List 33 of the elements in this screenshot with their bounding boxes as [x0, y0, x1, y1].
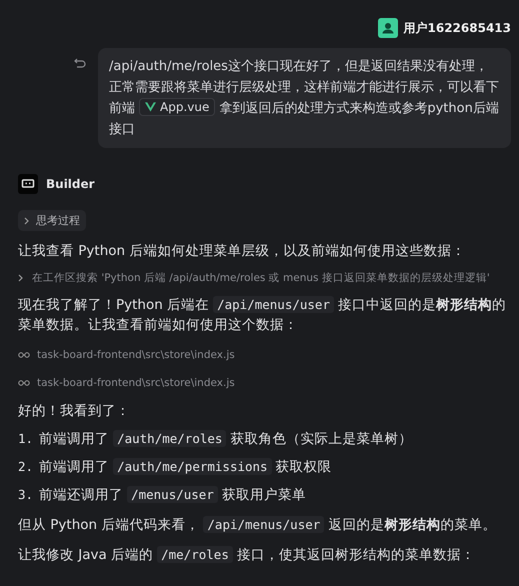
- list-number: 2.: [18, 458, 34, 476]
- thinking-toggle[interactable]: 思考过程: [18, 210, 86, 231]
- glasses-icon: [18, 352, 30, 358]
- undo-icon[interactable]: [74, 58, 86, 68]
- search-step[interactable]: 在工作区搜索 'Python 后端 /api/auth/me/roles 或 menus 接口返回菜单数据的层级处理逻辑': [32, 271, 490, 285]
- inline-code: /me/roles: [157, 546, 233, 563]
- inline-code: /api/menus/user: [203, 516, 324, 533]
- bot-name: Builder: [46, 177, 95, 191]
- list-item: 前端调用了 /auth/me/permissions 获取权限: [39, 457, 332, 477]
- message-paragraph: 但从 Python 后端代码来看， /api/menus/user 返回的是树形结构的菜单。: [18, 515, 498, 535]
- bot-icon: [18, 174, 38, 194]
- user-avatar: [378, 18, 398, 38]
- user-message: /api/auth/me/roles这个接口现在好了，但是返回结果没有处理，正常需要跟将菜单进行层级处理，这样前端才能进行展示，可以看下前端 App.vue 拿到返回后的处理方式来构造或参考python后端接口: [98, 48, 511, 148]
- vue-icon: [145, 102, 156, 112]
- message-paragraph: 好的！我看到了：: [18, 402, 131, 421]
- list-number: 1.: [18, 430, 34, 448]
- file-read-step[interactable]: task-board-frontend\src\store\index.js: [37, 377, 235, 389]
- message-paragraph: 让我修改 Java 后端的 /me/roles 接口，使其返回树形结构的菜单数据：: [18, 545, 476, 565]
- list-item: 前端还调用了 /menus/user 获取用户菜单: [39, 485, 306, 505]
- inline-code: /auth/me/permissions: [113, 458, 272, 475]
- glasses-icon: [18, 380, 30, 386]
- user-name: 用户1622685413: [404, 20, 511, 36]
- inline-code: /menus/user: [127, 486, 218, 503]
- inline-code: /auth/me/roles: [113, 430, 226, 447]
- file-read-step[interactable]: task-board-frontend\src\store\index.js: [37, 349, 235, 361]
- message-paragraph: 现在我了解了！Python 后端在 /api/menus/user 接口中返回的是树形结构的菜单数据。让我查看前端如何使用这个数据：: [18, 295, 507, 335]
- list-item: 前端调用了 /auth/me/roles 获取角色（实际上是菜单树）: [39, 429, 412, 449]
- inline-code: /api/menus/user: [213, 296, 334, 313]
- file-chip[interactable]: App.vue: [139, 98, 216, 116]
- list-number: 3.: [18, 486, 34, 504]
- message-paragraph: 让我查看 Python 后端如何处理菜单层级，以及前端如何使用这些数据：: [18, 242, 466, 261]
- chevron-icon: [18, 274, 24, 282]
- chevron-icon: [24, 216, 30, 224]
